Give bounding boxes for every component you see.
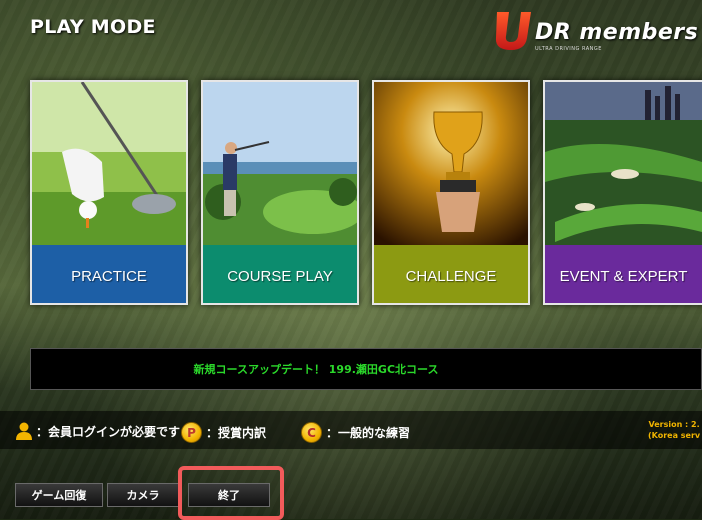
mode-label-course-play: COURSE PLAY — [203, 245, 357, 303]
legend-general: C ：一般的な練習 — [301, 422, 410, 443]
legend-member: ：会員ログインが必要です — [16, 422, 180, 440]
general-coin-icon: C — [301, 422, 322, 443]
legend-prize-text: ：授賞内訳 — [206, 426, 267, 440]
version-line-1: Version : 2. — [648, 420, 700, 429]
mode-card-event-expert[interactable]: EVENT & EXPERT — [543, 80, 702, 305]
ticker-text: 新規コースアップデート！ 199.瀬田GC北コース — [193, 363, 439, 376]
logo-subtitle: ULTRA DRIVING RANGE — [535, 46, 602, 52]
version-line-2: (Korea serv — [648, 431, 701, 440]
u-logo-icon — [495, 12, 531, 50]
course-play-image — [203, 82, 357, 245]
version-info: Version : 2. (Korea serv — [648, 419, 700, 441]
practice-image — [32, 82, 186, 245]
prize-coin-icon: P — [181, 422, 202, 443]
mode-label-event-expert: EVENT & EXPERT — [545, 245, 702, 303]
legend-general-text: ：一般的な練習 — [326, 426, 411, 440]
challenge-image — [374, 82, 528, 245]
user-icon — [16, 422, 32, 440]
news-ticker: 新規コースアップデート！ 199.瀬田GC北コース — [30, 348, 702, 390]
resume-game-button[interactable]: ゲーム回復 — [15, 483, 103, 507]
exit-highlight-box — [178, 466, 284, 520]
event-expert-image — [545, 82, 702, 245]
legend-member-text: ：会員ログインが必要です — [36, 424, 181, 439]
mode-card-course-play[interactable]: COURSE PLAY — [201, 80, 359, 305]
camera-button[interactable]: カメラ — [107, 483, 179, 507]
page-title: PLAY MODE — [30, 16, 156, 38]
mode-label-practice: PRACTICE — [32, 245, 186, 303]
legend-prize: P ：授賞内訳 — [181, 422, 266, 443]
udr-logo: DR members ULTRA DRIVING RANGE — [493, 8, 702, 54]
mode-card-challenge[interactable]: CHALLENGE — [372, 80, 530, 305]
logo-text: DR members — [535, 20, 699, 45]
mode-label-challenge: CHALLENGE — [374, 245, 528, 303]
mode-card-practice[interactable]: PRACTICE — [30, 80, 188, 305]
